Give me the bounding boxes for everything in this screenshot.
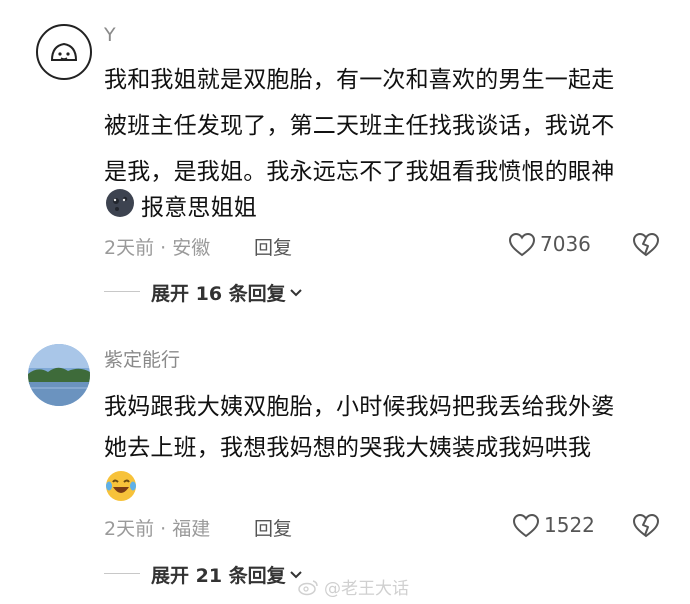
- avatar[interactable]: [36, 24, 92, 80]
- heart-icon[interactable]: [512, 513, 540, 539]
- username[interactable]: 紫定能行: [104, 345, 180, 372]
- comment-meta: 2天前 · 福建: [104, 514, 210, 541]
- cartoon-face-icon: [50, 42, 78, 61]
- comment-meta: 2天前 · 安徽: [104, 233, 210, 260]
- comment-text-line: 我妈跟我大姨双胞胎，小时候我妈把我丢给我外婆: [104, 394, 615, 420]
- comment-text-line: 我和我姐就是双胞胎，有一次和喜欢的男生一起走: [104, 67, 615, 93]
- landscape-photo-icon: [28, 344, 90, 406]
- location: 福建: [172, 518, 211, 540]
- heart-icon[interactable]: [508, 232, 536, 258]
- weibo-logo-icon: [298, 579, 318, 595]
- comment-text-line: 报意思姐姐: [141, 195, 257, 221]
- meta-separator: ·: [160, 237, 167, 259]
- location: 安徽: [172, 237, 211, 259]
- dark-moon-face-emoji-icon: [106, 189, 134, 217]
- reply-button[interactable]: 回复: [254, 514, 292, 541]
- broken-heart-icon[interactable]: [632, 232, 660, 258]
- broken-heart-icon[interactable]: [632, 513, 660, 539]
- meta-separator: ·: [160, 518, 167, 540]
- reply-button[interactable]: 回复: [254, 233, 292, 260]
- comment-text-line: 是我，是我姐。我永远忘不了我姐看我愤恨的眼神: [104, 159, 615, 185]
- expand-replies-button[interactable]: 展开 16 条回复: [151, 279, 304, 306]
- username[interactable]: Y: [104, 24, 116, 46]
- expand-replies-label: 展开 21 条回复: [151, 565, 286, 587]
- watermark-text: @老王大话: [324, 579, 409, 599]
- laughing-crying-face-emoji-icon: [106, 471, 136, 501]
- like-count: 1522: [544, 513, 595, 537]
- expand-replies-button[interactable]: 展开 21 条回复: [151, 561, 304, 588]
- like-count: 7036: [540, 232, 591, 256]
- watermark: @老王大话: [298, 574, 409, 599]
- expand-replies-label: 展开 16 条回复: [151, 283, 286, 305]
- avatar[interactable]: [28, 344, 90, 406]
- comment-text-line: 被班主任发现了，第二天班主任找我谈话，我说不: [104, 113, 615, 139]
- expand-divider: [104, 573, 140, 574]
- comment-text-line: 她去上班，我想我妈想的哭我大姨装成我妈哄我: [104, 435, 592, 461]
- timestamp: 2天前: [104, 518, 155, 540]
- chevron-down-icon: [289, 288, 302, 296]
- timestamp: 2天前: [104, 237, 155, 259]
- expand-divider: [104, 291, 140, 292]
